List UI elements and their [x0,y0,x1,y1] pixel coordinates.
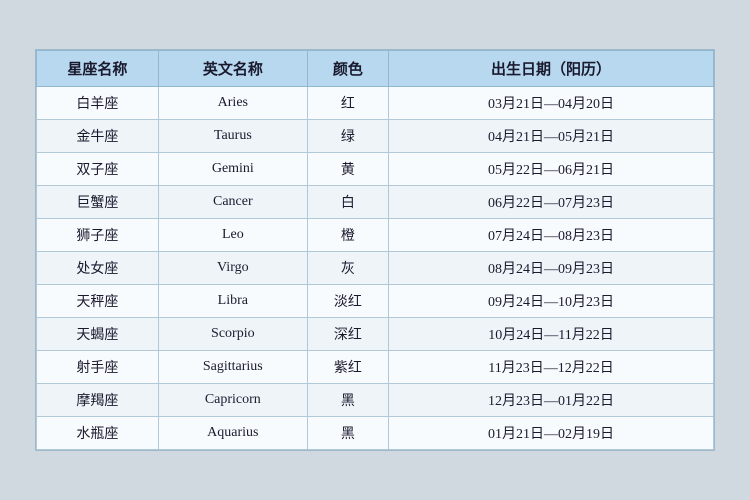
table-row: 射手座Sagittarius紫红11月23日—12月22日 [37,351,714,384]
cell-chinese: 白羊座 [37,87,159,120]
cell-chinese: 天蝎座 [37,318,159,351]
cell-english: Aries [158,87,307,120]
zodiac-table-container: 星座名称 英文名称 颜色 出生日期（阳历） 白羊座Aries红03月21日—04… [35,49,715,451]
cell-color: 橙 [307,219,388,252]
table-header-row: 星座名称 英文名称 颜色 出生日期（阳历） [37,51,714,87]
cell-color: 淡红 [307,285,388,318]
cell-chinese: 水瓶座 [37,417,159,450]
cell-dates: 05月22日—06月21日 [389,153,714,186]
cell-color: 绿 [307,120,388,153]
table-row: 水瓶座Aquarius黑01月21日—02月19日 [37,417,714,450]
cell-chinese: 处女座 [37,252,159,285]
cell-color: 黑 [307,384,388,417]
cell-english: Gemini [158,153,307,186]
cell-color: 红 [307,87,388,120]
cell-english: Scorpio [158,318,307,351]
cell-dates: 04月21日—05月21日 [389,120,714,153]
table-row: 金牛座Taurus绿04月21日—05月21日 [37,120,714,153]
cell-dates: 07月24日—08月23日 [389,219,714,252]
table-row: 天秤座Libra淡红09月24日—10月23日 [37,285,714,318]
cell-english: Libra [158,285,307,318]
cell-chinese: 射手座 [37,351,159,384]
zodiac-table: 星座名称 英文名称 颜色 出生日期（阳历） 白羊座Aries红03月21日—04… [36,50,714,450]
cell-color: 黄 [307,153,388,186]
header-chinese: 星座名称 [37,51,159,87]
table-row: 白羊座Aries红03月21日—04月20日 [37,87,714,120]
table-row: 天蝎座Scorpio深红10月24日—11月22日 [37,318,714,351]
cell-dates: 12月23日—01月22日 [389,384,714,417]
cell-dates: 01月21日—02月19日 [389,417,714,450]
cell-chinese: 狮子座 [37,219,159,252]
cell-english: Virgo [158,252,307,285]
cell-dates: 03月21日—04月20日 [389,87,714,120]
cell-chinese: 巨蟹座 [37,186,159,219]
cell-english: Aquarius [158,417,307,450]
cell-chinese: 天秤座 [37,285,159,318]
table-body: 白羊座Aries红03月21日—04月20日金牛座Taurus绿04月21日—0… [37,87,714,450]
cell-chinese: 双子座 [37,153,159,186]
table-row: 处女座Virgo灰08月24日—09月23日 [37,252,714,285]
table-row: 双子座Gemini黄05月22日—06月21日 [37,153,714,186]
cell-english: Cancer [158,186,307,219]
table-row: 巨蟹座Cancer白06月22日—07月23日 [37,186,714,219]
header-english: 英文名称 [158,51,307,87]
cell-chinese: 金牛座 [37,120,159,153]
cell-english: Sagittarius [158,351,307,384]
header-date: 出生日期（阳历） [389,51,714,87]
cell-chinese: 摩羯座 [37,384,159,417]
table-row: 狮子座Leo橙07月24日—08月23日 [37,219,714,252]
table-row: 摩羯座Capricorn黑12月23日—01月22日 [37,384,714,417]
header-color: 颜色 [307,51,388,87]
cell-color: 紫红 [307,351,388,384]
cell-color: 灰 [307,252,388,285]
cell-dates: 09月24日—10月23日 [389,285,714,318]
cell-english: Leo [158,219,307,252]
cell-dates: 10月24日—11月22日 [389,318,714,351]
cell-color: 黑 [307,417,388,450]
cell-english: Taurus [158,120,307,153]
cell-dates: 08月24日—09月23日 [389,252,714,285]
cell-dates: 11月23日—12月22日 [389,351,714,384]
cell-english: Capricorn [158,384,307,417]
cell-color: 白 [307,186,388,219]
cell-color: 深红 [307,318,388,351]
cell-dates: 06月22日—07月23日 [389,186,714,219]
